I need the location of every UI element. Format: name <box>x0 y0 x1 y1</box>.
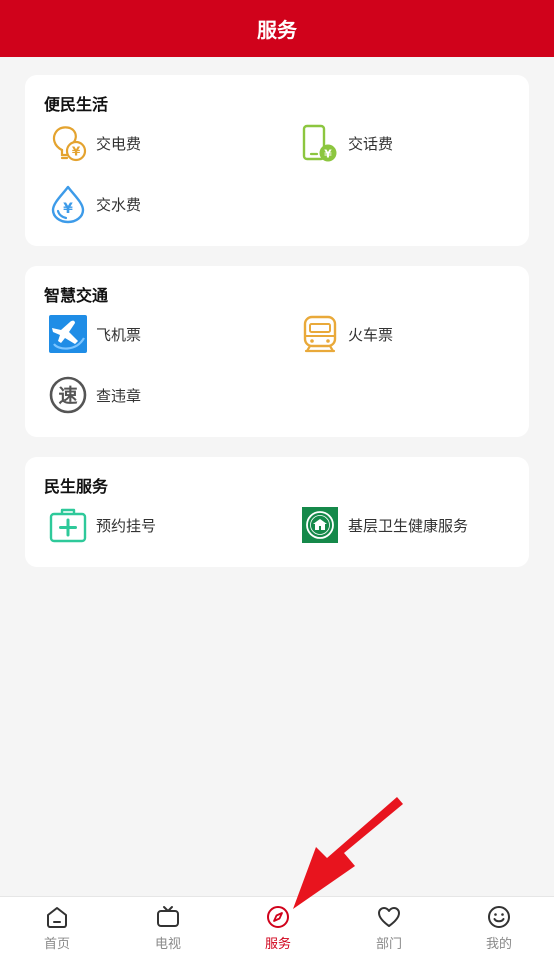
heart-icon <box>378 907 400 927</box>
service-label: 火车票 <box>348 325 394 344</box>
service-health-service[interactable]: 基层卫生健康服务 <box>300 505 468 545</box>
service-label: 交水费 <box>96 195 142 214</box>
phone-bill-icon: ¥ <box>302 124 337 162</box>
page-title: 服务 <box>257 18 297 42</box>
tab-label: 首页 <box>43 937 70 952</box>
svg-text:¥: ¥ <box>72 145 81 159</box>
service-label: 预约挂号 <box>96 516 157 535</box>
section-title: 民生服务 <box>44 477 109 496</box>
tab-services[interactable]: 服务 <box>223 897 333 957</box>
tab-tv[interactable]: 电视 <box>113 897 223 957</box>
tab-me[interactable]: 我的 <box>444 897 554 957</box>
tab-label: 部门 <box>375 937 402 952</box>
home-icon <box>47 907 67 928</box>
svg-text:速: 速 <box>58 384 77 407</box>
train-ticket-icon <box>303 315 337 353</box>
health-service-icon <box>302 507 338 543</box>
tab-label: 我的 <box>485 937 512 952</box>
traffic-violation-icon: 速 <box>49 376 87 414</box>
service-traffic-violation[interactable]: 速 查违章 <box>48 375 141 415</box>
tab-departments[interactable]: 部门 <box>334 897 444 957</box>
tv-icon <box>157 906 179 927</box>
service-label: 基层卫生健康服务 <box>348 516 469 535</box>
service-label: 飞机票 <box>96 325 142 344</box>
service-label: 查违章 <box>96 386 142 405</box>
service-medical-appointment[interactable]: 预约挂号 <box>48 505 156 545</box>
tab-label: 电视 <box>154 937 181 952</box>
service-electricity-bill[interactable]: ¥ 交电费 <box>48 123 141 163</box>
tab-label: 服务 <box>264 937 291 952</box>
section-card-daily-life: 便民生活 ¥ 交电费 ¥ 交话费 ¥ 交水费 <box>25 75 529 246</box>
electricity-bill-icon: ¥ <box>52 126 87 162</box>
medical-appointment-icon <box>49 508 87 543</box>
page-header: 服务 <box>0 0 554 57</box>
service-train-ticket[interactable]: 火车票 <box>300 314 393 354</box>
svg-text:¥: ¥ <box>63 201 73 217</box>
svg-text:¥: ¥ <box>324 148 332 161</box>
bottom-tab-bar: 首页 电视 服务 部门 我的 <box>0 896 554 957</box>
service-label: 交电费 <box>96 134 142 153</box>
service-plane-ticket[interactable]: 飞机票 <box>48 314 141 354</box>
tab-home[interactable]: 首页 <box>2 897 112 957</box>
service-label: 交话费 <box>348 134 394 153</box>
section-card-smart-transport: 智慧交通 飞机票 火车票 速 查违章 <box>25 266 529 437</box>
smiley-icon <box>488 906 510 928</box>
water-bill-icon: ¥ <box>51 185 85 224</box>
compass-icon <box>267 906 289 928</box>
service-water-bill[interactable]: ¥ 交水费 <box>48 184 141 224</box>
section-card-public-services: 民生服务 预约挂号 基层卫生健康服务 <box>25 457 529 567</box>
service-phone-bill[interactable]: ¥ 交话费 <box>300 123 393 163</box>
section-title: 智慧交通 <box>44 286 109 305</box>
section-title: 便民生活 <box>44 95 109 114</box>
plane-ticket-icon <box>49 315 87 353</box>
